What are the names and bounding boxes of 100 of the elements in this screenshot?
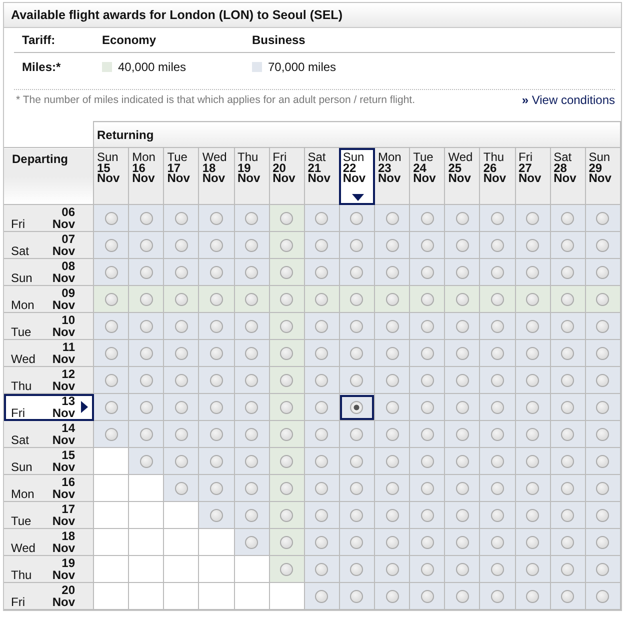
- radio-button[interactable]: [420, 293, 434, 306]
- radio-button[interactable]: [456, 590, 469, 604]
- radio-button[interactable]: [526, 212, 540, 226]
- radio-button[interactable]: [596, 590, 610, 604]
- radio-button[interactable]: [315, 563, 328, 576]
- radio-button[interactable]: [280, 509, 294, 522]
- radio-button[interactable]: [561, 590, 574, 604]
- radio-button[interactable]: [140, 374, 153, 388]
- radio-button[interactable]: [456, 482, 469, 496]
- radio-button[interactable]: [245, 482, 258, 496]
- radio-button[interactable]: [526, 266, 540, 280]
- radio-button[interactable]: [280, 212, 294, 226]
- radio-button[interactable]: [561, 401, 574, 414]
- radio-button[interactable]: [350, 320, 364, 334]
- radio-button[interactable]: [350, 374, 364, 388]
- return-date-header[interactable]: Sun 29 Nov: [585, 148, 620, 204]
- departure-date-header[interactable]: Thu 12 Nov: [4, 366, 94, 394]
- radio-button[interactable]: [245, 212, 258, 226]
- radio-button[interactable]: [104, 266, 118, 280]
- radio-button[interactable]: [456, 293, 469, 306]
- radio-button[interactable]: [596, 563, 610, 576]
- radio-button[interactable]: [104, 212, 118, 226]
- radio-button[interactable]: [596, 212, 610, 226]
- departure-date-header[interactable]: Fri 20 Nov: [4, 582, 94, 610]
- radio-button[interactable]: [526, 482, 540, 496]
- radio-button[interactable]: [596, 239, 610, 252]
- radio-button[interactable]: [315, 509, 328, 522]
- radio-button[interactable]: [280, 239, 294, 252]
- radio-button[interactable]: [315, 320, 328, 334]
- radio-button[interactable]: [561, 482, 574, 496]
- radio-button[interactable]: [420, 509, 434, 522]
- radio-button[interactable]: [420, 428, 434, 442]
- radio-button[interactable]: [561, 266, 574, 280]
- radio-button[interactable]: [526, 347, 540, 360]
- return-date-header[interactable]: Tue 17 Nov: [164, 148, 199, 204]
- radio-button[interactable]: [174, 212, 188, 226]
- radio-button[interactable]: [210, 482, 223, 496]
- departure-date-header[interactable]: Sat 14 Nov: [4, 420, 94, 448]
- radio-button[interactable]: [104, 293, 118, 306]
- radio-button[interactable]: [315, 590, 328, 604]
- radio-button[interactable]: [561, 509, 574, 522]
- radio-button[interactable]: [420, 347, 434, 360]
- radio-button[interactable]: [210, 266, 223, 280]
- radio-button[interactable]: [490, 347, 504, 360]
- radio-button[interactable]: [104, 239, 118, 252]
- radio-button[interactable]: [561, 428, 574, 442]
- view-conditions-link[interactable]: » View conditions: [522, 93, 615, 107]
- radio-button[interactable]: [490, 563, 504, 576]
- radio-button[interactable]: [315, 536, 328, 550]
- radio-button[interactable]: [596, 293, 610, 306]
- departure-date-header[interactable]: Sun 15 Nov: [4, 448, 94, 474]
- radio-button[interactable]: [456, 563, 469, 576]
- radio-button[interactable]: [490, 320, 504, 334]
- departure-date-header[interactable]: Thu 19 Nov: [4, 556, 94, 582]
- radio-button[interactable]: [526, 401, 540, 414]
- radio-button[interactable]: [456, 509, 469, 522]
- radio-button[interactable]: [386, 347, 399, 360]
- radio-button[interactable]: [140, 266, 153, 280]
- radio-button[interactable]: [561, 212, 574, 226]
- radio-button[interactable]: [350, 455, 364, 468]
- radio-button[interactable]: [140, 212, 153, 226]
- radio-button[interactable]: [526, 455, 540, 468]
- departure-date-header[interactable]: Fri 13 Nov: [4, 394, 94, 420]
- return-date-header[interactable]: Tue 24 Nov: [410, 148, 445, 204]
- radio-button[interactable]: [104, 320, 118, 334]
- radio-button[interactable]: [490, 374, 504, 388]
- radio-button[interactable]: [526, 293, 540, 306]
- radio-button[interactable]: [280, 320, 294, 334]
- radio-button[interactable]: [561, 239, 574, 252]
- radio-button[interactable]: [420, 482, 434, 496]
- radio-button[interactable]: [420, 563, 434, 576]
- radio-button[interactable]: [490, 266, 504, 280]
- radio-button[interactable]: [315, 455, 328, 468]
- radio-button[interactable]: [596, 347, 610, 360]
- radio-button[interactable]: [280, 347, 294, 360]
- radio-button[interactable]: [210, 239, 223, 252]
- return-date-header[interactable]: Mon 16 Nov: [128, 148, 164, 204]
- radio-button[interactable]: [315, 239, 328, 252]
- radio-button[interactable]: [174, 266, 188, 280]
- radio-button[interactable]: [386, 509, 399, 522]
- radio-button[interactable]: [526, 509, 540, 522]
- radio-button[interactable]: [526, 590, 540, 604]
- radio-button[interactable]: [350, 563, 364, 576]
- radio-button[interactable]: [386, 374, 399, 388]
- radio-button[interactable]: [280, 401, 294, 414]
- radio-button[interactable]: [420, 590, 434, 604]
- radio-button[interactable]: [386, 293, 399, 306]
- radio-button[interactable]: [245, 239, 258, 252]
- radio-button[interactable]: [420, 374, 434, 388]
- radio-button[interactable]: [174, 239, 188, 252]
- departure-date-header[interactable]: Mon 09 Nov: [4, 286, 94, 312]
- radio-button[interactable]: [526, 239, 540, 252]
- radio-button[interactable]: [526, 320, 540, 334]
- radio-button[interactable]: [280, 455, 294, 468]
- radio-button[interactable]: [245, 374, 258, 388]
- radio-button[interactable]: [561, 563, 574, 576]
- radio-button[interactable]: [350, 401, 364, 414]
- radio-button[interactable]: [350, 212, 364, 226]
- radio-button[interactable]: [596, 320, 610, 334]
- radio-button[interactable]: [596, 428, 610, 442]
